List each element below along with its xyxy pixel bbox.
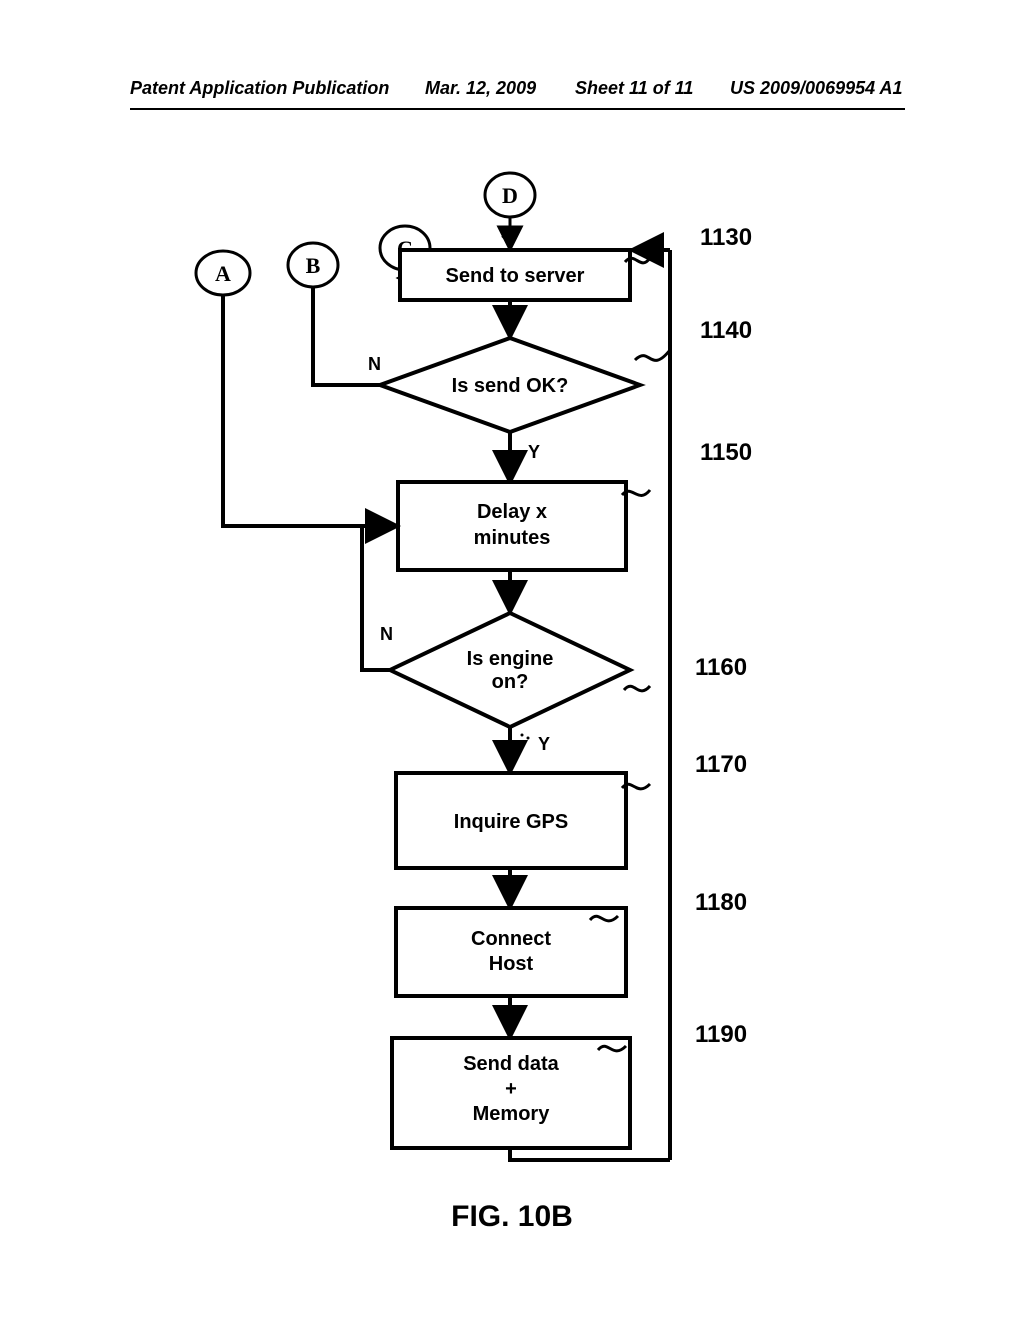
- node-inquire-gps-label: Inquire GPS: [454, 811, 568, 833]
- flowchart: D C Send to server 1130 Is send OK? 1140: [130, 170, 910, 1190]
- ref-1160: 1160: [695, 654, 747, 681]
- connector-b-label: B: [306, 253, 321, 278]
- node-is-send-ok-label: Is send OK?: [452, 375, 569, 397]
- ref-1140: 1140: [700, 317, 752, 344]
- ref-1190: 1190: [695, 1021, 747, 1048]
- publication-number: US 2009/0069954 A1: [730, 78, 902, 99]
- node-send-data-line2: +: [505, 1078, 517, 1100]
- publication-date: Mar. 12, 2009: [425, 78, 536, 99]
- node-is-engine-on: [390, 613, 630, 727]
- header-rule: [130, 108, 905, 110]
- node-delay: [398, 482, 626, 570]
- is-engine-on-yes: Y: [538, 734, 550, 754]
- ref-1130: 1130: [700, 224, 752, 251]
- node-delay-line2: minutes: [474, 527, 551, 549]
- node-send-data-line3: Memory: [473, 1103, 551, 1125]
- sheet-number: Sheet 11 of 11: [575, 78, 693, 99]
- connector-d-label: D: [502, 183, 518, 208]
- node-send-data-line1: Send data: [463, 1053, 559, 1075]
- node-is-engine-on-line2: on?: [492, 671, 529, 693]
- ref-1180: 1180: [695, 889, 747, 916]
- is-send-ok-yes: Y: [528, 442, 540, 462]
- node-is-engine-on-line1: Is engine: [467, 648, 554, 670]
- node-connect-host: [396, 908, 626, 996]
- ref-1150: 1150: [700, 439, 752, 466]
- node-connect-host-line2: Host: [489, 953, 534, 975]
- publication-label: Patent Application Publication: [130, 78, 389, 99]
- node-connect-host-line1: Connect: [471, 928, 551, 950]
- figure-caption: FIG. 10B: [0, 1200, 1024, 1234]
- node-send-to-server-label: Send to server: [446, 265, 585, 287]
- node-delay-line1: Delay x: [477, 501, 547, 523]
- is-send-ok-no: N: [368, 354, 381, 374]
- is-engine-on-no: N: [380, 624, 393, 644]
- ref-1170: 1170: [695, 751, 747, 778]
- connector-a-label: A: [215, 261, 231, 286]
- page: Patent Application Publication Mar. 12, …: [0, 0, 1024, 1320]
